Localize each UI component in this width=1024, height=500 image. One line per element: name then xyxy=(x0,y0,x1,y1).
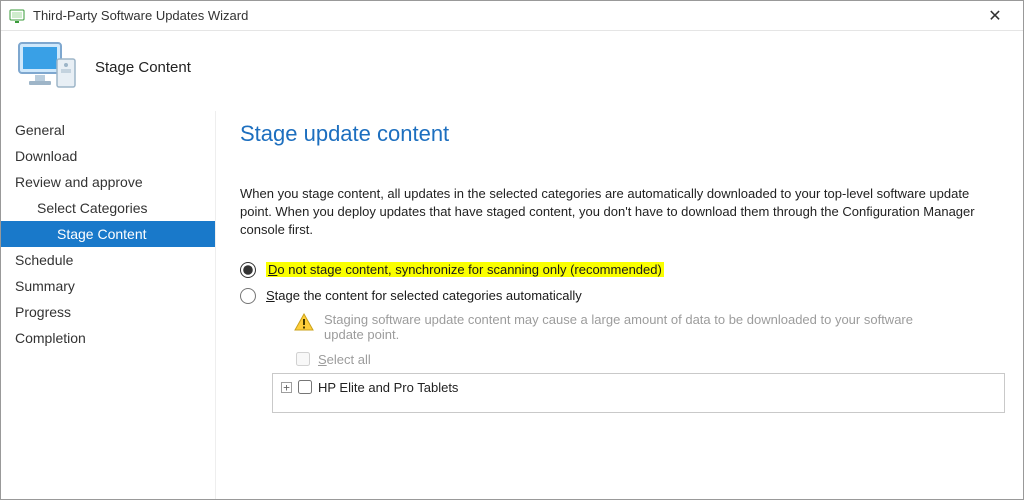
sidebar-item-schedule[interactable]: Schedule xyxy=(1,247,215,273)
monitor-computer-icon xyxy=(17,39,81,95)
warning-icon xyxy=(294,312,314,332)
sidebar-item-download[interactable]: Download xyxy=(1,143,215,169)
tree-item-hp-elite-pro-tablets[interactable]: + HP Elite and Pro Tablets xyxy=(281,380,996,395)
select-all-row[interactable]: Select all xyxy=(296,352,1005,367)
sidebar: GeneralDownloadReview and approveSelect … xyxy=(1,111,216,499)
staging-warning: Staging software update content may caus… xyxy=(294,312,934,342)
tree-expander-icon[interactable]: + xyxy=(281,382,292,393)
content-title: Stage update content xyxy=(240,121,1005,147)
radio-stage-auto[interactable]: Stage the content for selected categorie… xyxy=(240,288,1005,304)
close-button[interactable]: ✕ xyxy=(975,6,1015,26)
wizard-window: Third-Party Software Updates Wizard ✕ St… xyxy=(0,0,1024,500)
stage-options: Do not stage content, synchronize for sc… xyxy=(240,262,1005,304)
content-panel: Stage update content When you stage cont… xyxy=(216,111,1023,499)
radio-do-not-stage-input[interactable] xyxy=(240,262,256,278)
sidebar-item-review-and-approve[interactable]: Review and approve xyxy=(1,169,215,195)
wizard-body: GeneralDownloadReview and approveSelect … xyxy=(1,111,1023,499)
page-header: Stage Content xyxy=(1,31,1023,111)
radio-stage-auto-input[interactable] xyxy=(240,288,256,304)
sidebar-item-select-categories[interactable]: Select Categories xyxy=(1,195,215,221)
radio-do-not-stage-label: Do not stage content, synchronize for sc… xyxy=(266,262,664,277)
tree-item-checkbox[interactable] xyxy=(298,380,312,394)
sidebar-item-completion[interactable]: Completion xyxy=(1,325,215,351)
tree-item-label: HP Elite and Pro Tablets xyxy=(318,380,458,395)
radio-do-not-stage[interactable]: Do not stage content, synchronize for sc… xyxy=(240,262,1005,278)
window-title: Third-Party Software Updates Wizard xyxy=(33,8,975,23)
content-description: When you stage content, all updates in t… xyxy=(240,185,980,240)
categories-tree[interactable]: + HP Elite and Pro Tablets xyxy=(272,373,1005,413)
sidebar-item-stage-content[interactable]: Stage Content xyxy=(1,221,215,247)
radio-stage-auto-label: Stage the content for selected categorie… xyxy=(266,288,582,303)
select-all-checkbox[interactable] xyxy=(296,352,310,366)
staging-warning-text: Staging software update content may caus… xyxy=(324,312,934,342)
page-title: Stage Content xyxy=(95,59,191,76)
app-icon xyxy=(9,8,25,24)
select-all-label: Select all xyxy=(318,352,371,367)
titlebar: Third-Party Software Updates Wizard ✕ xyxy=(1,1,1023,31)
sidebar-item-general[interactable]: General xyxy=(1,117,215,143)
sidebar-item-summary[interactable]: Summary xyxy=(1,273,215,299)
sidebar-item-progress[interactable]: Progress xyxy=(1,299,215,325)
